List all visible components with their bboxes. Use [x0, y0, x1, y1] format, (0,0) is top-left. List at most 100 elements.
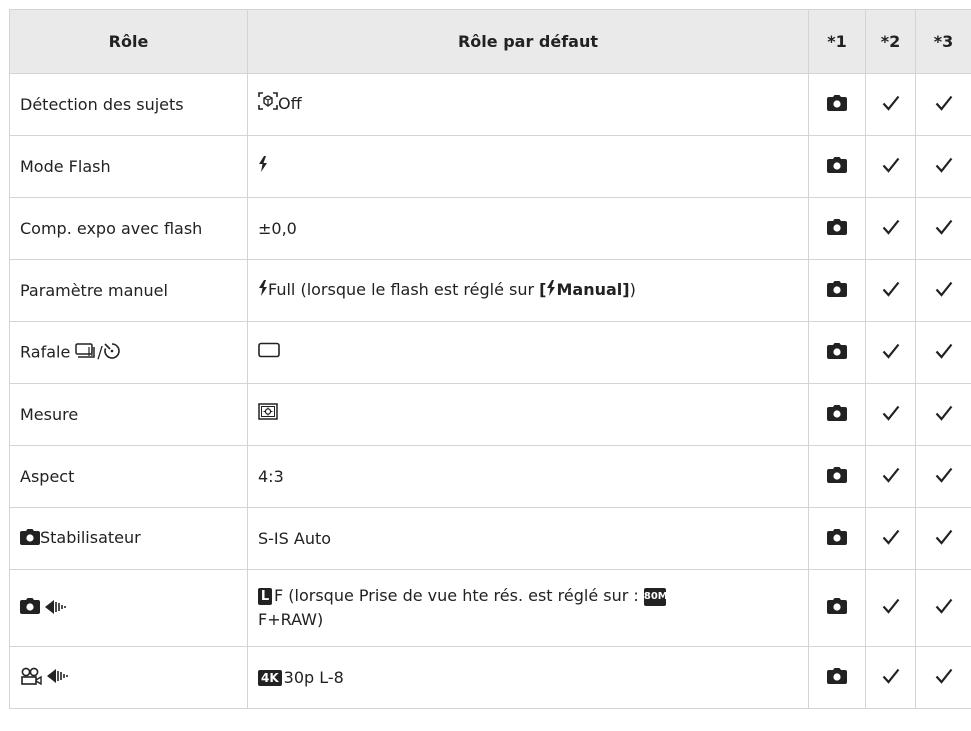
col1-cell	[808, 646, 866, 709]
check-icon	[935, 405, 953, 425]
camera-icon	[827, 528, 847, 549]
default-cell: S-IS Auto	[247, 507, 809, 570]
default-cell: 4:3	[247, 445, 809, 508]
default-text-a: 30p L-8	[283, 667, 344, 687]
check-icon	[882, 157, 900, 177]
check-icon	[935, 157, 953, 177]
check-icon	[935, 343, 953, 363]
table-row: Mode Flash	[9, 135, 971, 198]
single-frame-icon	[258, 341, 280, 365]
table-row: Détection des sujets Off	[9, 73, 971, 136]
check-icon	[935, 529, 953, 549]
col1-cell	[808, 135, 866, 198]
check-icon	[935, 219, 953, 239]
resolution-badge: 80M	[643, 587, 668, 606]
camera-icon	[827, 280, 847, 301]
role-cell	[9, 646, 248, 709]
table-row: Rafale /	[9, 321, 971, 384]
col3-cell	[915, 135, 971, 198]
table-row: Mesure	[9, 383, 971, 446]
camera-icon	[827, 156, 847, 177]
check-icon	[882, 219, 900, 239]
col3-cell	[915, 321, 971, 384]
col1-cell	[808, 321, 866, 384]
header-role: Rôle	[9, 9, 248, 74]
role-label: Détection des sujets	[20, 95, 184, 114]
table-row: 4K 30p L-8	[9, 646, 971, 709]
self-timer-icon	[103, 342, 121, 364]
header-col-2: *2	[865, 9, 916, 74]
default-text-b: [	[539, 280, 547, 300]
role-label: Paramètre manuel	[20, 281, 168, 300]
default-cell: ±0,0	[247, 197, 809, 260]
role-cell: Paramètre manuel	[9, 259, 248, 322]
check-icon	[882, 668, 900, 688]
default-cell	[247, 321, 809, 384]
col1-cell	[808, 569, 866, 647]
default-value: ±0,0	[258, 218, 297, 238]
col3-cell	[915, 383, 971, 446]
role-cell: Aspect	[9, 445, 248, 508]
role-label: Rafale	[20, 342, 76, 361]
movie-icon	[20, 667, 42, 689]
default-value: S-IS Auto	[258, 528, 332, 548]
col2-cell	[865, 646, 916, 709]
default-cell: LF (lorsque Prise de vue hte rés. est ré…	[247, 569, 809, 647]
metering-icon	[258, 403, 278, 427]
role-cell: Mesure	[9, 383, 248, 446]
subject-detection-icon	[258, 92, 278, 117]
col1-cell	[808, 259, 866, 322]
image-quality-icon	[47, 668, 69, 687]
image-quality-icon	[45, 599, 67, 618]
check-icon	[882, 529, 900, 549]
check-icon	[935, 467, 953, 487]
default-text-b: F+RAW)	[258, 610, 324, 629]
col3-cell	[915, 507, 971, 570]
col2-cell	[865, 135, 916, 198]
col3-cell	[915, 73, 971, 136]
col2-cell	[865, 321, 916, 384]
check-icon	[935, 668, 953, 688]
check-icon	[882, 281, 900, 301]
default-text-a: Full (lorsque le flash est réglé sur	[268, 280, 540, 300]
col2-cell	[865, 259, 916, 322]
col1-cell	[808, 73, 866, 136]
default-cell	[247, 383, 809, 446]
role-cell	[9, 569, 248, 647]
col2-cell	[865, 507, 916, 570]
default-value: 4:3	[258, 466, 284, 486]
flash-icon	[258, 155, 268, 179]
default-cell: Off	[247, 73, 809, 136]
check-icon	[935, 95, 953, 115]
check-icon	[882, 598, 900, 618]
default-text-c: Manual]	[556, 280, 630, 300]
4k-badge: 4K	[258, 670, 282, 686]
burst-icon	[75, 342, 97, 363]
header-default-role: Rôle par défaut	[247, 9, 809, 74]
col2-cell	[865, 445, 916, 508]
camera-icon	[827, 94, 847, 115]
role-cell: Stabilisateur	[9, 507, 248, 570]
col3-cell	[915, 197, 971, 260]
camera-icon	[827, 404, 847, 425]
camera-icon	[827, 342, 847, 363]
camera-icon	[827, 598, 847, 618]
check-icon	[882, 343, 900, 363]
camera-icon	[20, 528, 40, 549]
role-cell: Détection des sujets	[9, 73, 248, 136]
header-row: Rôle Rôle par défaut *1 *2 *3	[9, 9, 971, 74]
role-label: Comp. expo avec flash	[20, 219, 203, 238]
default-text-d: )	[629, 280, 636, 300]
col2-cell	[865, 569, 916, 647]
table-row: LF (lorsque Prise de vue hte rés. est ré…	[9, 569, 971, 647]
check-icon	[882, 405, 900, 425]
role-label: Aspect	[20, 467, 75, 486]
table-row: Aspect 4:3	[9, 445, 971, 508]
default-cell	[247, 135, 809, 198]
col3-cell	[915, 646, 971, 709]
col1-cell	[808, 507, 866, 570]
col1-cell	[808, 383, 866, 446]
flash-icon	[546, 279, 556, 303]
role-cell: Comp. expo avec flash	[9, 197, 248, 260]
check-icon	[935, 598, 953, 618]
